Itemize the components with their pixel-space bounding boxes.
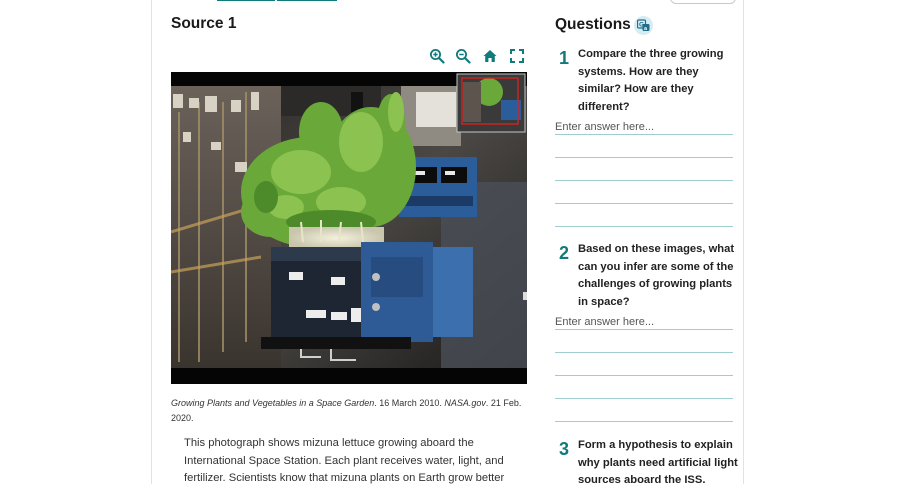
answer-input[interactable] bbox=[555, 120, 733, 134]
question-text: Compare the three growing systems. How a… bbox=[578, 48, 724, 113]
source-body-text: This photograph shows mizuna lettuce gro… bbox=[184, 437, 505, 484]
tab-indicator bbox=[217, 0, 337, 1]
answer-line bbox=[555, 352, 733, 353]
answer-line bbox=[555, 375, 733, 376]
question-text: Based on these images, what can you infe… bbox=[578, 243, 735, 308]
answer-line bbox=[555, 203, 733, 204]
question-number: 2 bbox=[559, 243, 570, 263]
tab-indicator-right bbox=[277, 0, 337, 1]
zoom-in-icon[interactable] bbox=[429, 48, 445, 64]
answer-line bbox=[555, 226, 733, 227]
caption-title: Growing Plants and Vegetables in a Space… bbox=[171, 398, 375, 408]
caption-date: . 16 March 2010. bbox=[374, 398, 445, 408]
answer-line bbox=[555, 157, 733, 158]
question-text: Form a hypothesis to explain why plants … bbox=[578, 439, 738, 484]
source-title: Source 1 bbox=[171, 15, 237, 32]
fullscreen-icon[interactable] bbox=[509, 48, 525, 64]
answer-line bbox=[555, 329, 733, 330]
question-number: 1 bbox=[559, 48, 570, 68]
source-image[interactable] bbox=[171, 72, 527, 384]
translate-icon[interactable]: G a bbox=[634, 16, 653, 35]
answer-line bbox=[555, 134, 733, 135]
home-icon[interactable] bbox=[482, 48, 498, 64]
answer-line bbox=[555, 398, 733, 399]
caption-site: NASA.gov bbox=[444, 398, 486, 408]
questions-panel: Questions G a 1 Compare the three growin… bbox=[541, 0, 744, 484]
question-number: 3 bbox=[559, 439, 570, 459]
answer-line bbox=[555, 180, 733, 181]
tab-indicator-left bbox=[217, 0, 275, 1]
zoom-out-icon[interactable] bbox=[455, 48, 471, 64]
source-panel: Source 1 Growing Plants and Vegetables i… bbox=[151, 0, 543, 484]
answer-input[interactable] bbox=[555, 315, 733, 329]
answer-line bbox=[555, 421, 733, 422]
questions-title: Questions bbox=[555, 16, 631, 33]
panel-top-button[interactable] bbox=[670, 0, 736, 4]
image-caption: Growing Plants and Vegetables in a Space… bbox=[171, 396, 526, 426]
